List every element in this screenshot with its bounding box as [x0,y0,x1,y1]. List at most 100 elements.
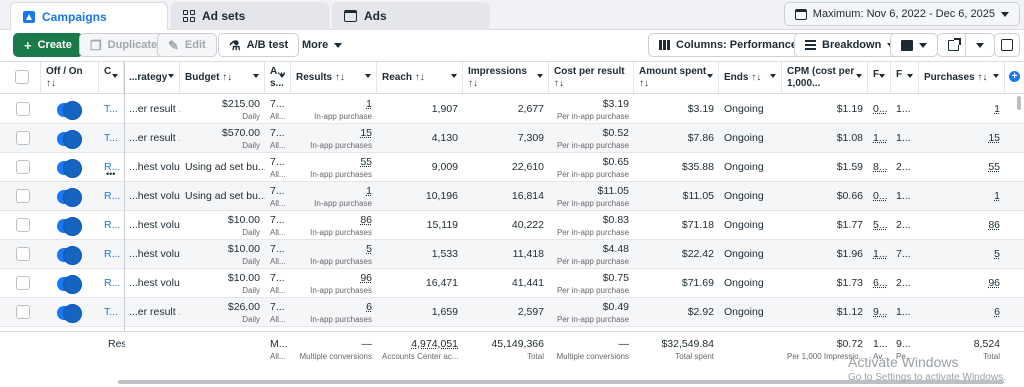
tab-ads[interactable]: Ads [332,2,490,30]
duplicate-label: Duplicate [107,39,158,51]
cost-per-result-cell: $0.75 Per in-app purchase [556,272,629,295]
reports-dropdown[interactable] [890,33,938,57]
table-row[interactable]: R......hest volumeUsing ad set bu...7...… [0,182,1024,211]
chevron-down-icon [919,42,927,48]
footer-amount-spent: $32,549.84 Total spent [661,338,714,361]
campaign-on-off-toggle[interactable] [57,101,82,120]
ends-cell: Ongoing [724,161,764,173]
date-range-picker[interactable]: Maximum: Nov 6, 2022 - Dec 6, 2025 [783,2,1020,26]
campaign-name-link[interactable]: R... [99,269,124,298]
table-row[interactable]: R... ...hest volume $10.00Daily 7...All... 5… [0,240,1024,269]
duplicate-icon: ❐ [90,37,102,53]
results-cell: 1 In-app purchase [314,185,372,208]
vertical-scrollbar[interactable] [1017,96,1021,110]
sort-icon: ↑↓ [639,78,649,89]
breakdown-icon [805,40,816,50]
row-select-checkbox[interactable] [16,247,30,261]
purchases-cell: 5 [994,248,1000,260]
frequency-cell: 1... [873,248,888,260]
attribution-cell: 7... All... [270,98,286,121]
add-column-icon[interactable]: + [1009,71,1020,82]
campaign-name-link[interactable]: R... [99,211,124,240]
reach-cell: 4,130 [431,132,458,144]
campaign-name-link[interactable]: R... [99,182,124,211]
campaign-name-link[interactable]: R... [99,240,124,269]
link-clicks-cell: 1... [896,103,911,115]
edit-button[interactable]: ✎ Edit [157,33,217,57]
header-campaign-name[interactable]: C [99,62,124,93]
header-cpm[interactable]: CPM (cost per 1,000... [782,62,868,93]
table-header: Off / On ↑↓ C ...rategy Budget ↑↓ A... s… [0,61,1024,94]
chevron-down-icon [279,74,285,78]
header-label: Amount spent [639,66,707,77]
table-row[interactable]: R... ...hest volume $10.00Daily 7...All... 8… [0,211,1024,240]
row-select-checkbox[interactable] [16,276,30,290]
impressions-cell: 11,418 [512,248,544,260]
campaign-name-link[interactable]: T... [99,124,124,153]
duplicate-button[interactable]: ❐ Duplicate [79,33,169,57]
header-label: C [104,66,112,77]
tab-label: Campaigns [42,9,107,24]
columns-label: Columns: Performance [676,39,798,51]
table-row[interactable]: T... ...er result ... $26.00Daily 7...All..… [0,298,1024,327]
table-row[interactable]: R... ...hest volume $10.00Daily 7...All... 9… [0,269,1024,298]
tab-label: Ads [364,9,387,23]
campaign-name-link[interactable]: T... [99,95,124,124]
impressions-cell: 22,610 [511,161,544,173]
export-dropdown[interactable] [965,33,995,57]
link-clicks-cell: 1... [896,132,911,144]
header-impressions[interactable]: Impressions ↑↓ [463,62,549,93]
cpm-cell: $1.59 [836,161,863,173]
chevron-down-icon [707,74,713,78]
header-budget[interactable]: Budget ↑↓ [180,62,265,93]
amount-spent-cell: $71.18 [681,219,714,231]
tab-campaigns[interactable]: Campaigns [10,2,168,30]
campaign-on-off-toggle[interactable] [57,130,82,149]
charts-button[interactable] [994,33,1020,57]
row-select-checkbox[interactable] [16,131,30,145]
row-select-checkbox[interactable] [16,160,30,174]
header-frequency[interactable]: F [868,62,891,93]
chevron-down-icon [253,74,259,78]
campaign-on-off-toggle[interactable] [57,246,82,265]
more-options-icon[interactable]: ••• [106,170,115,179]
cpm-cell: $1.08 [836,132,863,144]
row-select-checkbox[interactable] [16,189,30,203]
tab-ad-sets[interactable]: Ad sets [171,2,329,30]
header-cost-per-result[interactable]: Cost per result ↑↓ [549,62,634,93]
purchases-cell: 6 [994,306,1000,318]
activate-windows-watermark: Activate Windows Go to Settings to activ… [848,354,1006,386]
row-select-checkbox[interactable] [16,102,30,116]
campaign-name-link[interactable]: T... [99,298,124,327]
footer-results: — Multiple conversions [299,338,372,361]
campaign-on-off-toggle[interactable] [57,188,82,207]
campaign-on-off-toggle[interactable] [57,159,82,178]
header-attribution[interactable]: A... s... [265,62,291,93]
header-off-on[interactable]: Off / On ↑↓ [41,62,99,93]
header-amount-spent[interactable]: Amount spent ↑↓ [634,62,719,93]
header-reach[interactable]: Reach ↑↓ [377,62,463,93]
table-row[interactable]: R......hest volumeUsing ad set bu...7...… [0,153,1024,182]
link-clicks-cell: 1... [896,190,911,202]
row-select-checkbox[interactable] [16,218,30,232]
campaign-on-off-toggle[interactable] [57,304,82,323]
header-label: Budget ↑↓ [185,72,233,83]
row-select-checkbox[interactable] [16,305,30,319]
header-link-clicks[interactable]: F [891,62,919,93]
campaign-on-off-toggle[interactable] [57,275,82,294]
select-all-checkbox[interactable] [15,70,29,84]
ab-test-button[interactable]: ⚗ A/B test [218,33,300,57]
cost-per-result-cell: $0.83 Per in-app purchase [556,214,629,237]
reach-cell: 1,907 [431,103,458,115]
impressions-cell: 40,222 [511,219,544,231]
more-button[interactable]: More [292,33,352,57]
campaign-on-off-toggle[interactable] [57,217,82,236]
table-row[interactable]: T... ...er result ... $215.00Daily 7...All.… [0,95,1024,124]
header-ends[interactable]: Ends ↑↓ [719,62,782,93]
table-row[interactable]: T... ...er result ... $570.00Daily 7...All.… [0,124,1024,153]
header-purchases[interactable]: Purchases ↑↓ [919,62,1005,93]
purchases-cell: 1 [994,190,1000,202]
create-button[interactable]: + Create [13,33,83,57]
header-bid-strategy[interactable]: ...rategy [124,62,180,93]
header-results[interactable]: Results ↑↓ [291,62,377,93]
